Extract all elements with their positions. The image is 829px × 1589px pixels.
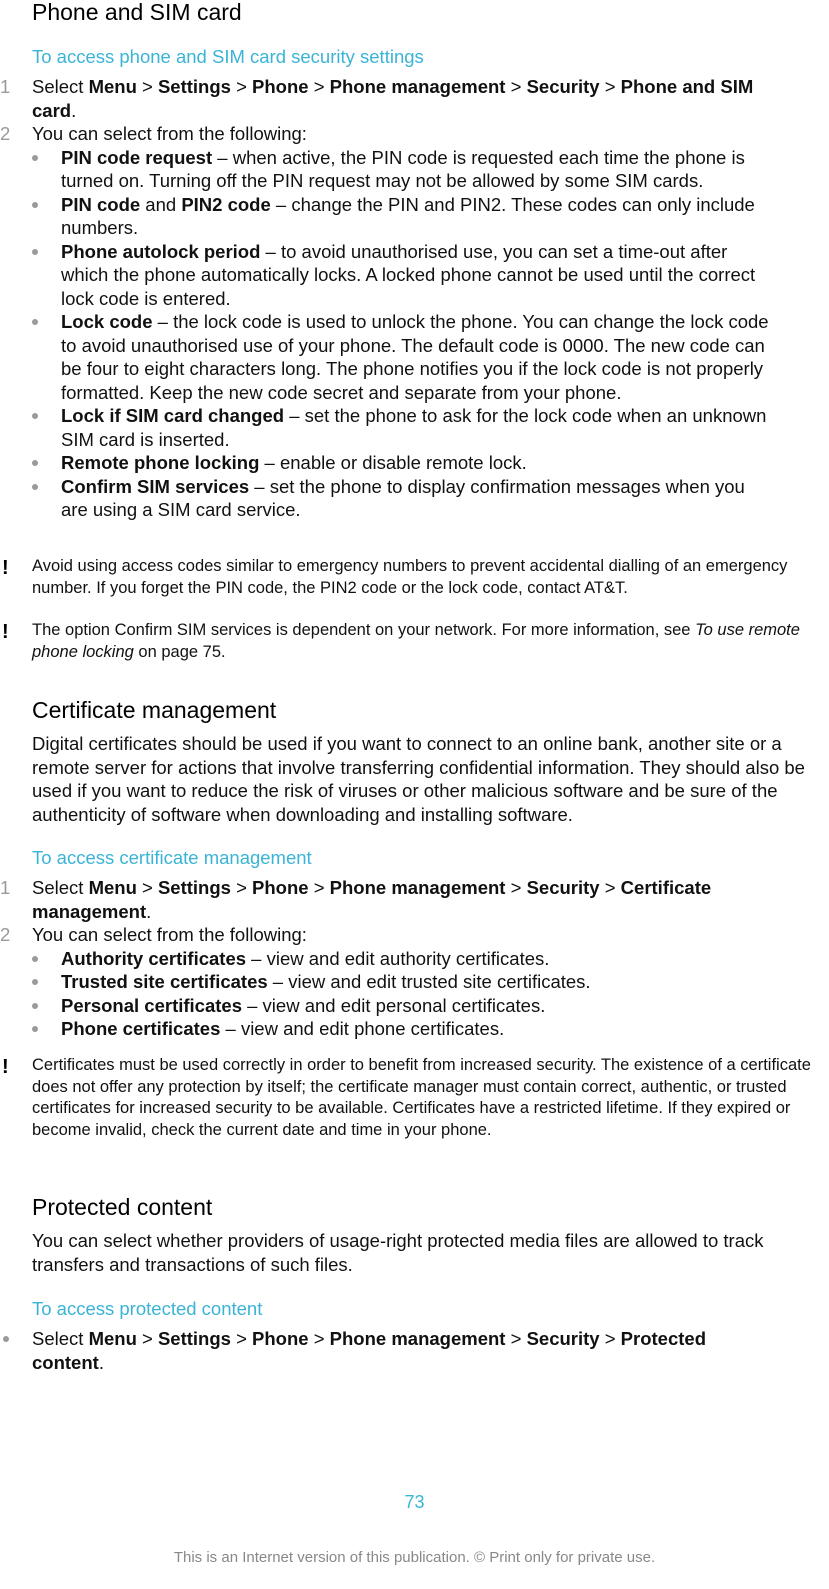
section-title-phone-sim: Phone and SIM card (32, 0, 242, 25)
note-certificates: ! Certificates must be used correctly in… (2, 1056, 811, 1139)
bullet-icon (32, 460, 38, 466)
option-item: Trusted site certificates – view and edi… (0, 970, 769, 994)
menu-path-item: Menu (88, 877, 137, 898)
option-item: Remote phone locking – enable or disable… (0, 451, 769, 475)
step-item: Select Menu > Settings > Phone > Phone m… (0, 1327, 767, 1374)
steps-phone-sim: 1 Select Menu > Settings > Phone > Phone… (0, 75, 769, 522)
option-item: Authority certificates – view and edit a… (0, 947, 769, 971)
protected-intro: You can select whether providers of usag… (32, 1230, 764, 1275)
step-1: 1 Select Menu > Settings > Phone > Phone… (0, 877, 712, 922)
menu-path-item: Phone (252, 1328, 309, 1349)
step-2: 2 You can select from the following: (0, 123, 307, 144)
task-title-phone-sim: To access phone and SIM card security se… (32, 46, 424, 67)
menu-path-item: Settings (157, 76, 231, 97)
menu-path-item: Security (526, 1328, 600, 1349)
menu-path-item: Phone (252, 76, 309, 97)
option-list: Authority certificates – view and edit a… (0, 947, 769, 1041)
note-access-codes: ! Avoid using access codes similar to em… (2, 557, 788, 597)
section-title-certificate: Certificate management (32, 697, 277, 723)
menu-path-item: Menu (88, 1328, 137, 1349)
step-number: 1 (0, 877, 11, 898)
step-number: 2 (0, 924, 11, 945)
step-1: 1 Select Menu > Settings > Phone > Phone… (0, 76, 754, 121)
menu-path-item: Security (526, 76, 600, 97)
bullet-icon (3, 1336, 9, 1342)
page-number: 73 (404, 1492, 425, 1512)
menu-path-item: Phone (252, 877, 309, 898)
exclamation-icon: ! (2, 1056, 9, 1078)
exclamation-icon: ! (2, 557, 9, 579)
step-number: 1 (0, 76, 11, 97)
option-item: Lock if SIM card changed – set the phone… (0, 404, 769, 451)
bullet-icon (32, 413, 38, 419)
bullet-icon (32, 483, 38, 490)
option-item: PIN code request – when active, the PIN … (0, 146, 769, 193)
menu-path-item: Menu (88, 76, 137, 97)
menu-path-item: Phone management (329, 1328, 506, 1349)
menu-path-item: Settings (157, 877, 231, 898)
steps-protected: Select Menu > Settings > Phone > Phone m… (0, 1327, 767, 1374)
step-number: 2 (0, 123, 11, 144)
section-title-protected: Protected content (32, 1194, 213, 1220)
option-item: Confirm SIM services – set the phone to … (0, 475, 769, 522)
task-title-protected: To access protected content (32, 1298, 263, 1319)
option-item: Phone certificates – view and edit phone… (0, 1017, 769, 1041)
task-title-certificate: To access certificate management (32, 847, 312, 868)
bullet-icon (32, 979, 38, 985)
bullet-icon (32, 154, 38, 161)
option-list: PIN code request – when active, the PIN … (0, 146, 769, 522)
option-item: Lock code – the lock code is used to unl… (0, 310, 769, 404)
option-item: Personal certificates – view and edit pe… (0, 994, 769, 1018)
menu-path-item: Settings (157, 1328, 231, 1349)
menu-path-item: Phone management (329, 76, 506, 97)
bullet-icon (32, 319, 38, 325)
exclamation-icon: ! (2, 621, 9, 643)
step-2: 2 You can select from the following: (0, 924, 307, 945)
menu-path-item: Phone management (329, 877, 506, 898)
certificate-intro: Digital certificates should be used if y… (32, 733, 805, 825)
bullet-icon (32, 1002, 38, 1009)
footer-notice: This is an Internet version of this publ… (173, 1549, 656, 1566)
note-confirm-sim: ! The option Confirm SIM services is dep… (2, 621, 800, 661)
bullet-icon (32, 248, 38, 255)
bullet-icon (32, 1026, 38, 1032)
steps-certificate: 1 Select Menu > Settings > Phone > Phone… (0, 876, 769, 1041)
menu-path-item: Security (526, 877, 600, 898)
bullet-icon (32, 955, 38, 962)
bullet-icon (32, 201, 38, 208)
option-item: Phone autolock period – to avoid unautho… (0, 240, 769, 311)
option-item: PIN code and PIN2 code – change the PIN … (0, 193, 769, 240)
